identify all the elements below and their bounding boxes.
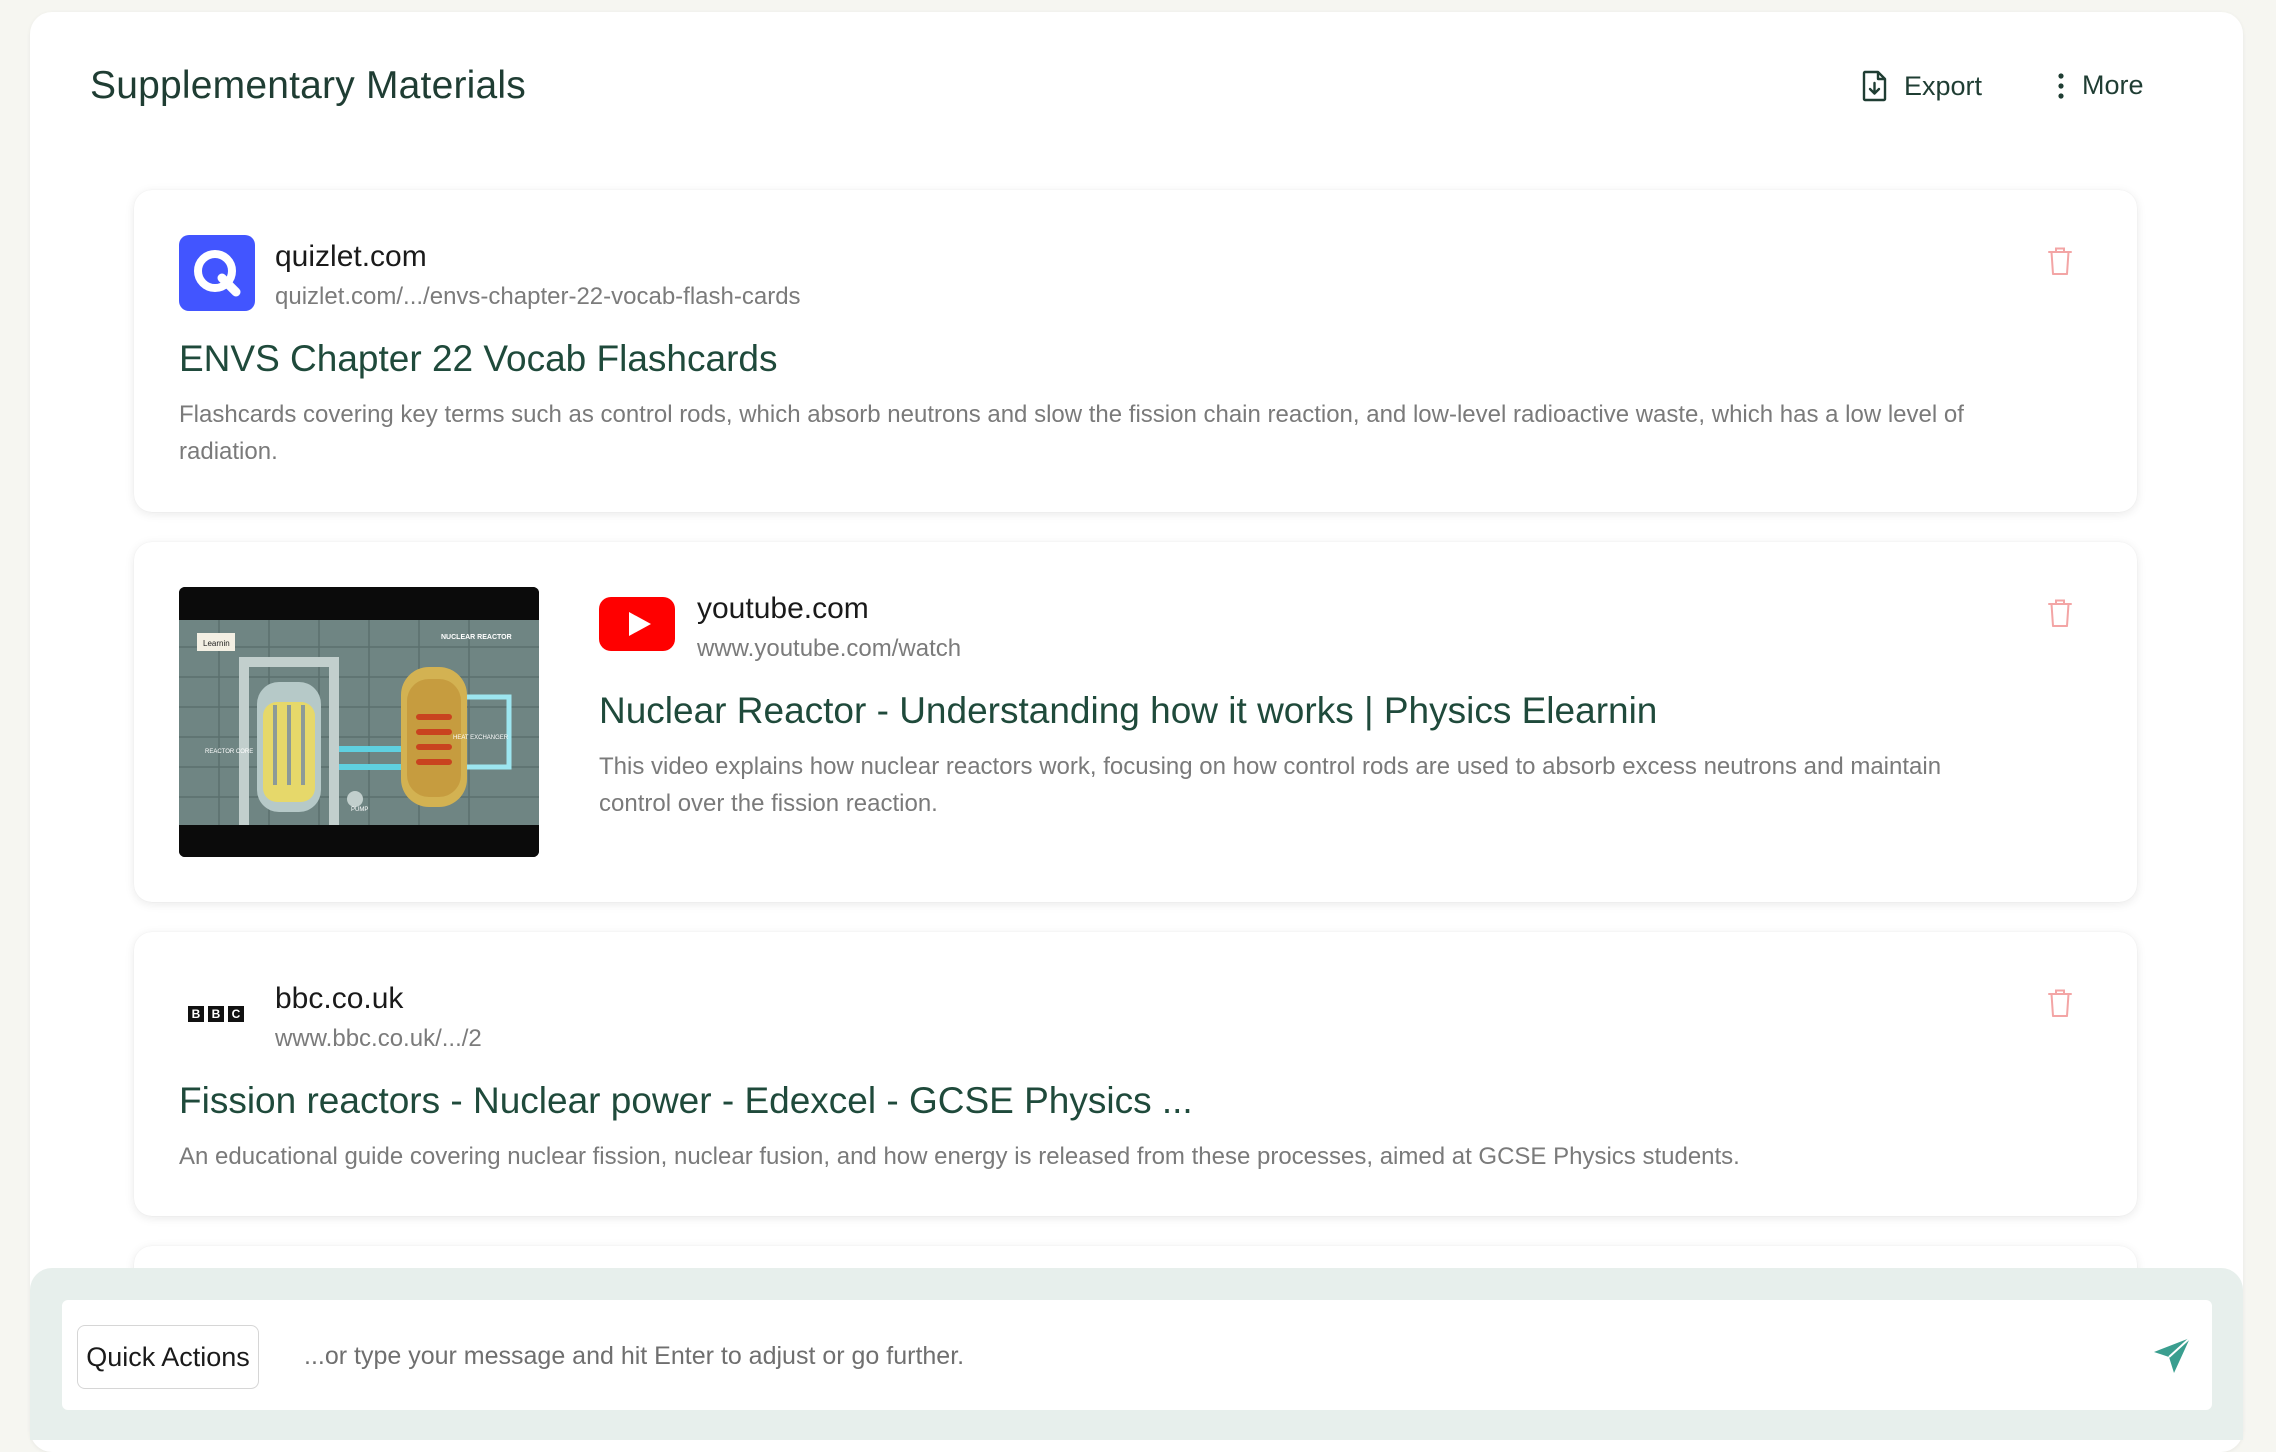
resource-site: bbc.co.uk <box>275 982 404 1015</box>
delete-trash-icon[interactable] <box>2048 988 2072 1018</box>
resource-url[interactable]: www.bbc.co.uk/.../2 <box>275 1025 482 1053</box>
bbc-logo-letter: B <box>188 1006 204 1022</box>
resource-site: youtube.com <box>697 592 869 625</box>
thumbnail-label-core: REACTOR CORE <box>205 749 253 755</box>
resource-description: An educational guide covering nuclear fi… <box>179 1143 1740 1170</box>
export-label: Export <box>1904 70 1983 101</box>
more-vertical-icon <box>2056 72 2066 100</box>
resource-description: This video explains how nuclear reactors… <box>599 753 1942 817</box>
youtube-logo-icon <box>599 597 675 656</box>
quizlet-logo-icon <box>179 235 255 311</box>
thumbnail-label-pump: PUMP <box>351 807 368 813</box>
export-button[interactable]: Export <box>1862 70 1982 102</box>
video-thumbnail[interactable]: Learnin NUCLEAR REACTOR REACTOR CORE HEA… <box>179 587 539 857</box>
message-input[interactable] <box>302 1330 2106 1382</box>
bbc-logo-letter: B <box>208 1006 224 1022</box>
resource-url[interactable]: quizlet.com/.../envs-chapter-22-vocab-fl… <box>275 283 801 311</box>
resource-site: quizlet.com <box>275 240 427 273</box>
bbc-logo-icon: B B C <box>188 1006 244 1022</box>
resource-description: Flashcards covering key terms such as co… <box>179 401 1964 465</box>
export-file-icon <box>1862 70 1888 102</box>
resource-card-youtube: Learnin NUCLEAR REACTOR REACTOR CORE HEA… <box>134 542 2137 902</box>
resource-title[interactable]: Nuclear Reactor - Understanding how it w… <box>599 690 1657 732</box>
resource-card-bbc: B B C bbc.co.uk www.bbc.co.uk/.../2 Fiss… <box>134 932 2137 1216</box>
thumbnail-badge: Learnin <box>203 639 230 648</box>
more-button[interactable]: More <box>2056 70 2144 101</box>
supplementary-panel: Supplementary Materials Export More quiz… <box>30 12 2243 1452</box>
composer: Quick Actions <box>62 1300 2212 1410</box>
panel-header: Supplementary Materials Export More <box>30 12 2243 172</box>
quick-actions-button[interactable]: Quick Actions <box>77 1325 259 1389</box>
resource-card-quizlet: quizlet.com quizlet.com/.../envs-chapter… <box>134 190 2137 512</box>
send-icon[interactable] <box>2152 1335 2192 1380</box>
delete-trash-icon[interactable] <box>2048 598 2072 628</box>
bbc-logo-letter: C <box>228 1006 244 1022</box>
page-title: Supplementary Materials <box>90 64 526 107</box>
more-label: More <box>2082 70 2144 100</box>
resource-url[interactable]: www.youtube.com/watch <box>697 635 961 663</box>
thumbnail-label-top: NUCLEAR REACTOR <box>441 634 512 641</box>
resource-title[interactable]: Fission reactors - Nuclear power - Edexc… <box>179 1080 1193 1122</box>
composer-bar: Quick Actions <box>30 1268 2243 1440</box>
delete-trash-icon[interactable] <box>2048 246 2072 276</box>
thumbnail-label-heat: HEAT EXCHANGER <box>453 735 509 741</box>
resource-title[interactable]: ENVS Chapter 22 Vocab Flashcards <box>179 338 778 380</box>
